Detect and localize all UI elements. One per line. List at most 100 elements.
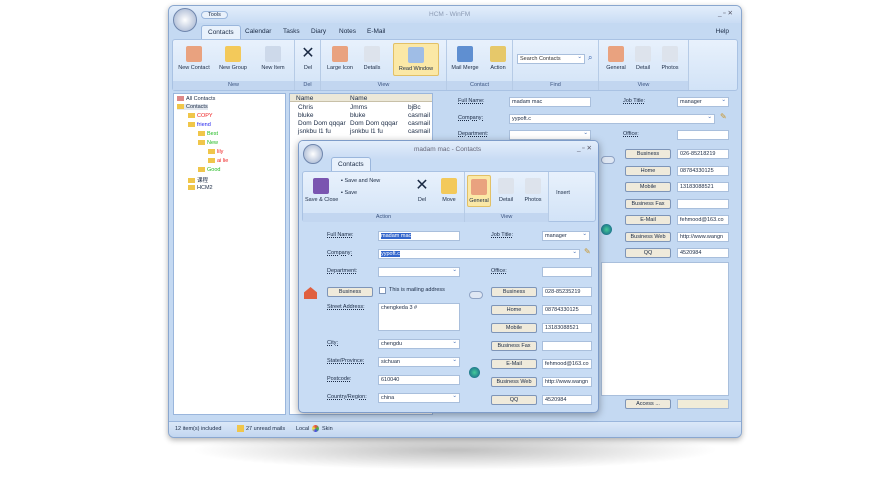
- popup-delete-button[interactable]: ✕ Del: [413, 178, 431, 204]
- e-mail-phone-field[interactable]: fehmood@163.co: [542, 359, 592, 369]
- city-select[interactable]: chengdu: [378, 339, 460, 349]
- tree-contacts[interactable]: Contacts: [177, 104, 208, 110]
- mobile-phone-button[interactable]: Mobile: [491, 323, 537, 333]
- action-button[interactable]: Action: [485, 46, 511, 71]
- business-phone-field[interactable]: 026-85218219: [677, 149, 729, 159]
- country-select[interactable]: china: [378, 393, 460, 403]
- business-fax-phone-field[interactable]: [677, 198, 729, 209]
- new-contact-button[interactable]: New Contact: [177, 46, 211, 71]
- home-phone-field[interactable]: 08784330125: [542, 305, 592, 315]
- column-header-name-2[interactable]: Name: [350, 95, 367, 102]
- popup-general-button[interactable]: General: [467, 175, 491, 207]
- tree-new[interactable]: New: [198, 140, 218, 146]
- tab-tasks[interactable]: Tasks: [277, 25, 306, 39]
- popup-tab-contacts[interactable]: Contacts: [331, 157, 371, 171]
- business-fax-phone-field[interactable]: [542, 341, 592, 351]
- tree-best[interactable]: Best: [198, 131, 218, 137]
- popup-office-field[interactable]: [542, 267, 592, 277]
- business-web-phone-button[interactable]: Business Web: [491, 377, 537, 387]
- popup-full-name-field[interactable]: madam mac: [378, 231, 460, 241]
- tree-good[interactable]: Good: [198, 167, 220, 173]
- mobile-phone-button[interactable]: Mobile: [625, 182, 671, 192]
- tree-ai-lie[interactable]: ai lie: [208, 158, 228, 164]
- read-window-button[interactable]: Read Window: [393, 43, 439, 76]
- e-mail-phone-button[interactable]: E-Mail: [625, 215, 671, 225]
- business-phone-button[interactable]: Business: [491, 287, 537, 297]
- home-phone-button[interactable]: Home: [625, 165, 671, 176]
- save-button[interactable]: ▪ Save: [341, 190, 357, 196]
- popup-department-select[interactable]: [378, 267, 460, 277]
- qq-phone-button[interactable]: QQ: [491, 395, 537, 405]
- tree-copy[interactable]: COPY: [188, 113, 213, 119]
- pencil-icon[interactable]: ✎: [584, 247, 591, 256]
- new-item-button[interactable]: New Item: [255, 46, 291, 71]
- details-button[interactable]: Details: [359, 46, 385, 71]
- window-controls[interactable]: _ ▫ ✕: [718, 9, 733, 17]
- tab-diary[interactable]: Diary: [305, 25, 332, 39]
- full-name-field[interactable]: madam mac: [509, 97, 591, 107]
- business-web-phone-button[interactable]: Business Web: [625, 231, 671, 242]
- business-phone-field[interactable]: 028-85235219: [542, 287, 592, 297]
- insert-button[interactable]: Insert: [553, 190, 573, 196]
- tree-course[interactable]: 课程: [188, 176, 208, 184]
- help-button[interactable]: Help: [710, 25, 735, 39]
- large-icon-button[interactable]: Large Icon: [325, 46, 355, 71]
- company-select[interactable]: yypoft.c: [509, 114, 715, 124]
- home-phone-button[interactable]: Home: [491, 305, 537, 315]
- photos-button[interactable]: Photos: [657, 46, 683, 71]
- notes-area[interactable]: [601, 262, 729, 396]
- tree-all-contacts[interactable]: All Contacts: [177, 96, 215, 102]
- tree-lily[interactable]: lily: [208, 149, 223, 155]
- job-title-select[interactable]: manager: [677, 97, 729, 107]
- column-header-name[interactable]: Name: [296, 95, 313, 102]
- street-address-field[interactable]: chengkeda 3 #: [378, 303, 460, 331]
- folder-tree[interactable]: All Contacts Contacts COPY friend Best N…: [173, 93, 286, 415]
- state-select[interactable]: sichuan: [378, 357, 460, 367]
- move-button[interactable]: Move: [437, 178, 461, 203]
- general-button[interactable]: General: [603, 46, 629, 71]
- search-icon[interactable]: ⌕: [588, 53, 592, 63]
- mailing-address-checkbox[interactable]: [379, 287, 386, 294]
- tab-notes[interactable]: Notes: [333, 25, 362, 39]
- mobile-phone-field[interactable]: 13183088521: [677, 182, 729, 192]
- tab-contacts[interactable]: Contacts: [201, 25, 241, 39]
- tab-calendar[interactable]: Calendar: [239, 25, 277, 39]
- home-phone-field[interactable]: 08784330125: [677, 165, 729, 176]
- popup-detail-button[interactable]: Detail: [495, 178, 517, 203]
- popup-window-controls[interactable]: _ ▫ ✕: [577, 144, 592, 152]
- search-contacts-input[interactable]: Search Contacts: [517, 54, 585, 64]
- business-phone-button[interactable]: Business: [625, 149, 671, 159]
- business-web-phone-field[interactable]: http://www.wangn: [542, 377, 592, 387]
- access-button[interactable]: Access ...: [625, 399, 671, 409]
- save-new-button[interactable]: ▪ Save and New: [341, 178, 380, 184]
- mail-merge-button[interactable]: Mail Merge: [449, 46, 481, 71]
- save-close-button[interactable]: Save & Close: [305, 178, 338, 203]
- detail-button[interactable]: Detail: [631, 46, 655, 71]
- app-logo-icon[interactable]: [173, 8, 197, 32]
- e-mail-phone-button[interactable]: E-Mail: [491, 359, 537, 369]
- new-group-button[interactable]: New Group: [217, 46, 249, 71]
- delete-button[interactable]: ✕ Del: [298, 46, 318, 72]
- business-fax-phone-button[interactable]: Business Fax: [625, 198, 671, 209]
- access-field[interactable]: [677, 399, 729, 409]
- address-type-button[interactable]: Business: [327, 287, 373, 297]
- pencil-icon[interactable]: ✎: [720, 112, 727, 121]
- office-field[interactable]: [677, 130, 729, 140]
- qq-phone-field[interactable]: 4520984: [677, 248, 729, 258]
- tree-hcm2[interactable]: HCM2: [188, 185, 213, 191]
- status-skin[interactable]: Skin: [322, 426, 333, 432]
- business-web-phone-field[interactable]: http://www.wangn: [677, 231, 729, 242]
- popup-job-title-select[interactable]: manager: [542, 231, 590, 241]
- department-select[interactable]: [509, 130, 591, 140]
- tab-email[interactable]: E-Mail: [361, 25, 391, 39]
- qq-phone-field[interactable]: 4520984: [542, 395, 592, 405]
- e-mail-phone-field[interactable]: fehmood@163.co: [677, 215, 729, 225]
- popup-app-logo-icon[interactable]: [303, 144, 323, 164]
- popup-photos-button[interactable]: Photos: [521, 178, 545, 203]
- quick-access-tools[interactable]: Tools: [201, 11, 228, 19]
- popup-company-select[interactable]: yypoft.c: [378, 249, 580, 259]
- postcode-field[interactable]: 610040: [378, 375, 460, 385]
- mobile-phone-field[interactable]: 13183088521: [542, 323, 592, 333]
- qq-phone-button[interactable]: QQ: [625, 248, 671, 258]
- business-fax-phone-button[interactable]: Business Fax: [491, 341, 537, 351]
